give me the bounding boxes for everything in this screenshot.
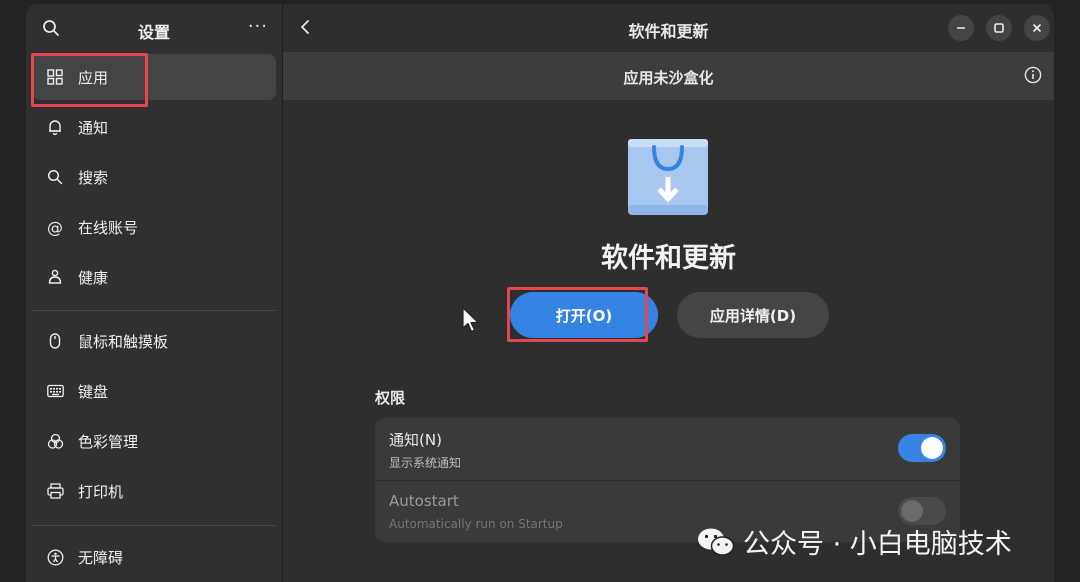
wechat-icon xyxy=(697,527,735,557)
sidebar-item-printers[interactable]: 打印机 xyxy=(32,468,276,514)
autostart-toggle[interactable] xyxy=(898,497,946,525)
minimize-icon xyxy=(957,27,965,29)
printer-icon xyxy=(46,482,64,500)
sandbox-status: 应用未沙盒化 xyxy=(623,69,714,87)
watermark-text: 公众号 · 小白电脑技术 xyxy=(743,529,1012,560)
close-button[interactable] xyxy=(1024,15,1050,41)
notifications-toggle[interactable] xyxy=(898,434,946,462)
sidebar-item-online-accounts[interactable]: @ 在线账号 xyxy=(32,204,276,250)
toggle-knob xyxy=(921,437,943,459)
wellbeing-icon xyxy=(46,268,64,286)
sidebar-item-label: 打印机 xyxy=(78,482,124,501)
sidebar-item-color[interactable]: 色彩管理 xyxy=(32,418,276,464)
main-pane: 软件和更新 应用未沙盒化 软件和更新 打开(O) 应用详情(D) 权限 通知(N… xyxy=(283,4,1054,582)
permission-title: 通知(N) xyxy=(389,431,442,449)
page-title: 软件和更新 xyxy=(628,22,709,41)
sidebar-item-label: 在线账号 xyxy=(78,218,139,237)
close-icon xyxy=(1032,23,1042,33)
software-updates-app-icon xyxy=(626,135,710,217)
mouse-cursor-icon xyxy=(462,307,480,337)
sandbox-banner: 应用未沙盒化 xyxy=(283,52,1054,100)
sidebar-header: 设置 ··· xyxy=(26,4,282,52)
sidebar: 设置 ··· 应用 通知 搜索 @ 在线账号 健康 鼠标和触摸板 键盘 色彩管理… xyxy=(26,4,283,582)
sidebar-item-label: 无障碍 xyxy=(78,548,124,567)
sidebar-item-wellbeing[interactable]: 健康 xyxy=(32,254,276,300)
settings-window: 设置 ··· 应用 通知 搜索 @ 在线账号 健康 鼠标和触摸板 键盘 色彩管理… xyxy=(26,4,1054,582)
header-bar: 软件和更新 xyxy=(283,4,1054,52)
maximize-icon xyxy=(994,23,1004,33)
mouse-icon xyxy=(46,332,64,350)
color-icon xyxy=(46,432,64,450)
sidebar-item-label: 鼠标和触摸板 xyxy=(78,332,169,351)
app-details-button[interactable]: 应用详情(D) xyxy=(677,292,829,338)
sidebar-item-label: 色彩管理 xyxy=(78,432,139,451)
sidebar-item-label: 搜索 xyxy=(78,168,109,187)
sidebar-item-search[interactable]: 搜索 xyxy=(32,154,276,200)
at-icon: @ xyxy=(47,217,63,237)
keyboard-icon xyxy=(46,382,64,400)
toggle-knob xyxy=(901,500,923,522)
highlight-box-open xyxy=(507,287,648,342)
maximize-button[interactable] xyxy=(986,15,1012,41)
highlight-box-apps xyxy=(31,53,148,107)
sidebar-item-keyboard[interactable]: 键盘 xyxy=(32,368,276,414)
sidebar-item-accessibility[interactable]: 无障碍 xyxy=(32,534,276,580)
permissions-heading: 权限 xyxy=(375,389,406,407)
sidebar-divider xyxy=(32,525,276,526)
sidebar-item-notifications[interactable]: 通知 xyxy=(32,104,276,150)
sidebar-item-label: 健康 xyxy=(78,268,109,287)
minimize-button[interactable] xyxy=(948,15,974,41)
permission-subtitle: Automatically run on Startup xyxy=(389,517,563,531)
permission-title: Autostart xyxy=(389,492,459,510)
search-icon xyxy=(46,168,64,186)
sidebar-item-label: 键盘 xyxy=(78,382,109,401)
sidebar-divider xyxy=(32,310,276,311)
app-name: 软件和更新 xyxy=(601,243,736,274)
more-menu-button[interactable]: ··· xyxy=(248,16,268,37)
accessibility-icon xyxy=(46,548,64,566)
permission-row-notifications: 通知(N) 显示系统通知 xyxy=(375,418,960,480)
sidebar-item-mouse-touchpad[interactable]: 鼠标和触摸板 xyxy=(32,318,276,364)
bell-icon xyxy=(46,118,64,136)
info-icon[interactable] xyxy=(1024,66,1042,88)
watermark: 公众号 · 小白电脑技术 xyxy=(697,522,1012,561)
permission-subtitle: 显示系统通知 xyxy=(389,456,462,470)
sidebar-title: 设置 xyxy=(137,23,170,42)
sidebar-item-label: 通知 xyxy=(78,118,109,137)
